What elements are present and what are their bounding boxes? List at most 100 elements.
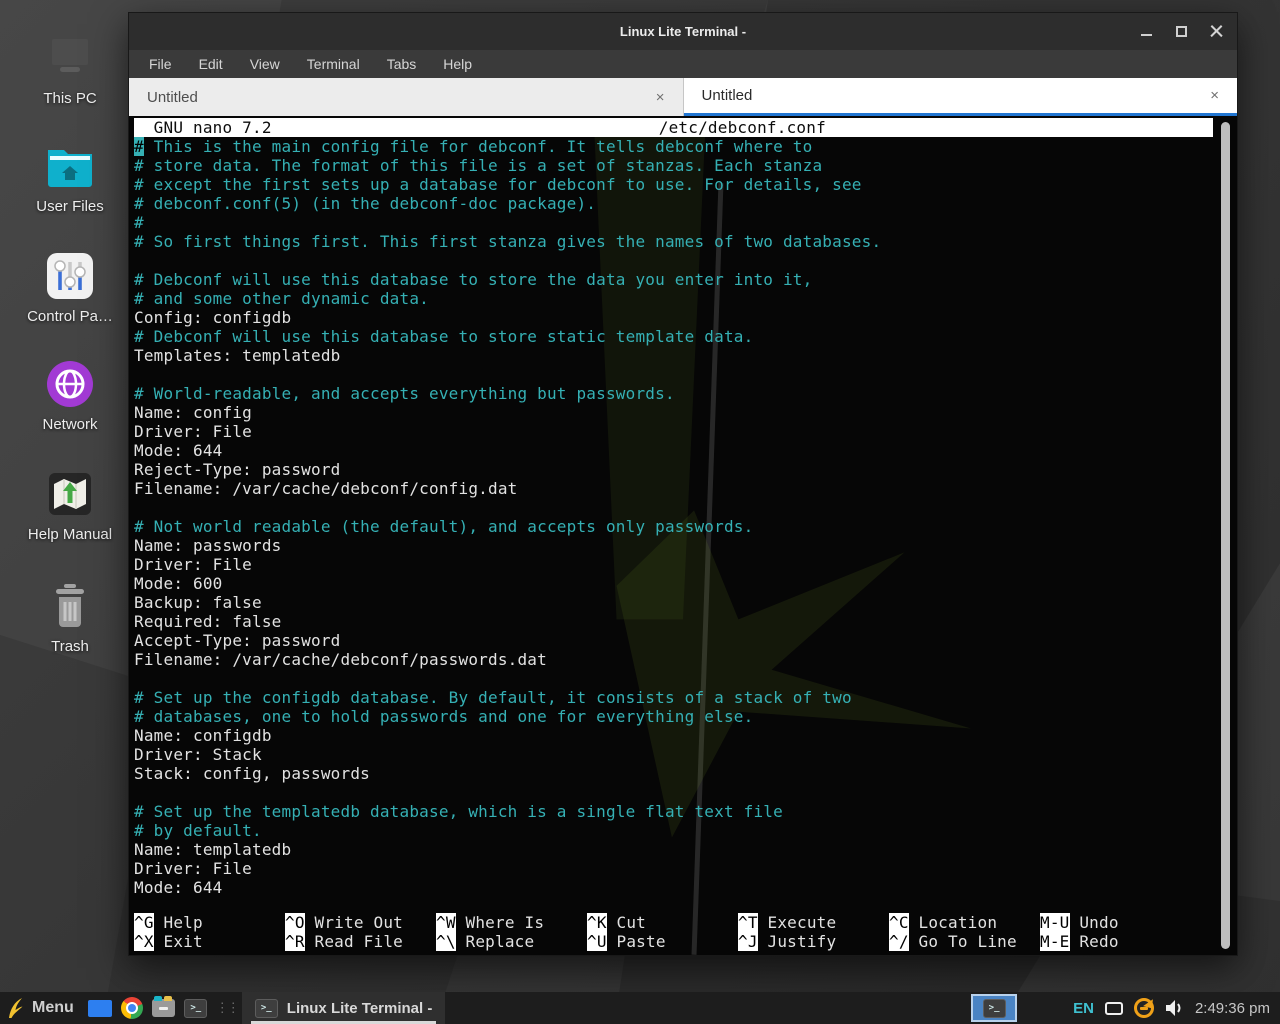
menu-item-view[interactable]: View xyxy=(250,56,280,72)
menu-item-edit[interactable]: Edit xyxy=(199,56,223,72)
nano-file-path: /etc/debconf.conf xyxy=(272,118,1213,137)
shortcut-key: ^K xyxy=(587,913,607,932)
nano-version: GNU nano 7.2 xyxy=(134,118,272,137)
desktop-icon-label: Control Pa… xyxy=(20,308,120,325)
shortcut-key: ^\ xyxy=(436,932,456,951)
home-folder-icon xyxy=(44,140,96,192)
titlebar[interactable]: Linux Lite Terminal - xyxy=(129,13,1237,50)
shortcut-redo: M-E Redo xyxy=(1040,932,1119,951)
menu-button[interactable]: Menu xyxy=(0,992,84,1024)
workspace-pager-terminal[interactable]: >_ xyxy=(971,994,1017,1022)
terminal-launcher-icon[interactable]: >_ xyxy=(183,995,209,1021)
menu-item-terminal[interactable]: Terminal xyxy=(307,56,360,72)
terminal-line xyxy=(134,251,1213,270)
desktop-icon-this-pc[interactable]: This PC xyxy=(20,32,120,107)
show-desktop-icon[interactable] xyxy=(87,995,113,1021)
shortcut-key: ^W xyxy=(436,913,456,932)
shortcut-key: M-U xyxy=(1040,913,1070,932)
terminal-icon: >_ xyxy=(255,999,278,1018)
shortcut-execute: ^T Execute xyxy=(738,913,889,932)
shortcut-row: ^X Exit^R Read File^\ Replace^U Paste^J … xyxy=(134,932,1213,951)
terminal-line: Driver: File xyxy=(134,422,1213,441)
terminal-line: Driver: File xyxy=(134,859,1213,878)
linux-lite-logo-icon xyxy=(6,997,25,1019)
shortcut-location: ^C Location xyxy=(889,913,1040,932)
desktop-icon-trash[interactable]: Trash xyxy=(20,580,120,655)
minimize-icon[interactable] xyxy=(1140,25,1153,38)
terminal-line xyxy=(134,365,1213,384)
terminal-line: # debconf.conf(5) (in the debconf-doc pa… xyxy=(134,194,1213,213)
shortcut-read-file: ^R Read File xyxy=(285,932,436,951)
shortcut-key: ^O xyxy=(285,913,305,932)
terminal-line: Name: configdb xyxy=(134,726,1213,745)
desktop-icon-network[interactable]: Network xyxy=(20,358,120,433)
shortcut-cut: ^K Cut xyxy=(587,913,738,932)
volume-icon[interactable] xyxy=(1165,999,1184,1017)
tab-untitled-2[interactable]: Untitled × xyxy=(684,78,1238,116)
menu-item-file[interactable]: File xyxy=(149,56,172,72)
tab-label: Untitled xyxy=(147,89,198,106)
terminal-line xyxy=(134,669,1213,688)
shortcut-key: ^G xyxy=(134,913,154,932)
terminal-line: Driver: File xyxy=(134,555,1213,574)
terminal-line: Required: false xyxy=(134,612,1213,631)
window-title: Linux Lite Terminal - xyxy=(129,13,1237,50)
file-manager-icon[interactable] xyxy=(151,995,177,1021)
shortcut-key: M-E xyxy=(1040,932,1070,951)
shortcut-key: ^U xyxy=(587,932,607,951)
shortcut-write-out: ^O Write Out xyxy=(285,913,436,932)
desktop-icon-help-manual[interactable]: Help Manual xyxy=(20,468,120,543)
display-settings-icon[interactable] xyxy=(1105,1002,1123,1015)
maximize-icon[interactable] xyxy=(1175,25,1188,38)
terminal-line: Name: templatedb xyxy=(134,840,1213,859)
terminal-line: Name: config xyxy=(134,403,1213,422)
updates-icon[interactable] xyxy=(1134,998,1154,1018)
tab-close-icon[interactable]: × xyxy=(656,90,665,105)
shortcut-key: ^T xyxy=(738,913,758,932)
task-button-terminal[interactable]: >_ Linux Lite Terminal - xyxy=(242,992,446,1024)
terminal-line: Templates: templatedb xyxy=(134,346,1213,365)
terminal-line: # This is the main config file for debco… xyxy=(134,137,1213,156)
shortcut-paste: ^U Paste xyxy=(587,932,738,951)
shortcut-key: ^X xyxy=(134,932,154,951)
shortcut-key: ^/ xyxy=(889,932,909,951)
desktop-icon-label: User Files xyxy=(20,198,120,215)
terminal-line: Filename: /var/cache/debconf/config.dat xyxy=(134,479,1213,498)
tab-close-icon[interactable]: × xyxy=(1210,88,1219,103)
tab-label: Untitled xyxy=(702,87,753,104)
computer-icon xyxy=(44,32,96,84)
keyboard-layout-indicator[interactable]: EN xyxy=(1073,1000,1094,1017)
shortcut-key: ^R xyxy=(285,932,305,951)
clock[interactable]: 2:49:36 pm xyxy=(1195,1000,1270,1017)
close-icon[interactable] xyxy=(1210,25,1223,38)
taskbar-separator: ⋮⋮ xyxy=(216,1000,238,1016)
desktop-icon-user-files[interactable]: User Files xyxy=(20,140,120,215)
tab-untitled-1[interactable]: Untitled × xyxy=(129,78,684,116)
terminal-line: # Debconf will use this database to stor… xyxy=(134,270,1213,289)
chrome-icon[interactable] xyxy=(119,995,145,1021)
terminal-line: Filename: /var/cache/debconf/passwords.d… xyxy=(134,650,1213,669)
task-button-label: Linux Lite Terminal - xyxy=(287,1000,433,1017)
terminal-line: # store data. The format of this file is… xyxy=(134,156,1213,175)
menu-item-tabs[interactable]: Tabs xyxy=(387,56,417,72)
globe-icon xyxy=(44,358,96,410)
shortcut-key: ^J xyxy=(738,932,758,951)
terminal-line: Driver: Stack xyxy=(134,745,1213,764)
terminal-line: # Set up the templatedb database, which … xyxy=(134,802,1213,821)
menubar: File Edit View Terminal Tabs Help xyxy=(129,50,1237,78)
tab-bar: Untitled × Untitled × xyxy=(129,78,1237,116)
desktop-icon-control-panel[interactable]: Control Pa… xyxy=(20,250,120,325)
terminal-line: Config: configdb xyxy=(134,308,1213,327)
scrollbar[interactable] xyxy=(1221,122,1230,949)
terminal-line: # So first things first. This first stan… xyxy=(134,232,1213,251)
shortcut-justify: ^J Justify xyxy=(738,932,889,951)
terminal-viewport[interactable]: GNU nano 7.2 /etc/debconf.conf # This is… xyxy=(129,116,1237,955)
sliders-icon xyxy=(44,250,96,302)
terminal-line: # Not world readable (the default), and … xyxy=(134,517,1213,536)
desktop-icon-label: Network xyxy=(20,416,120,433)
shortcut-go-to-line: ^/ Go To Line xyxy=(889,932,1040,951)
desktop-icon-label: This PC xyxy=(20,90,120,107)
menu-item-help[interactable]: Help xyxy=(443,56,472,72)
desktop-icon-label: Help Manual xyxy=(20,526,120,543)
terminal-line: Stack: config, passwords xyxy=(134,764,1213,783)
